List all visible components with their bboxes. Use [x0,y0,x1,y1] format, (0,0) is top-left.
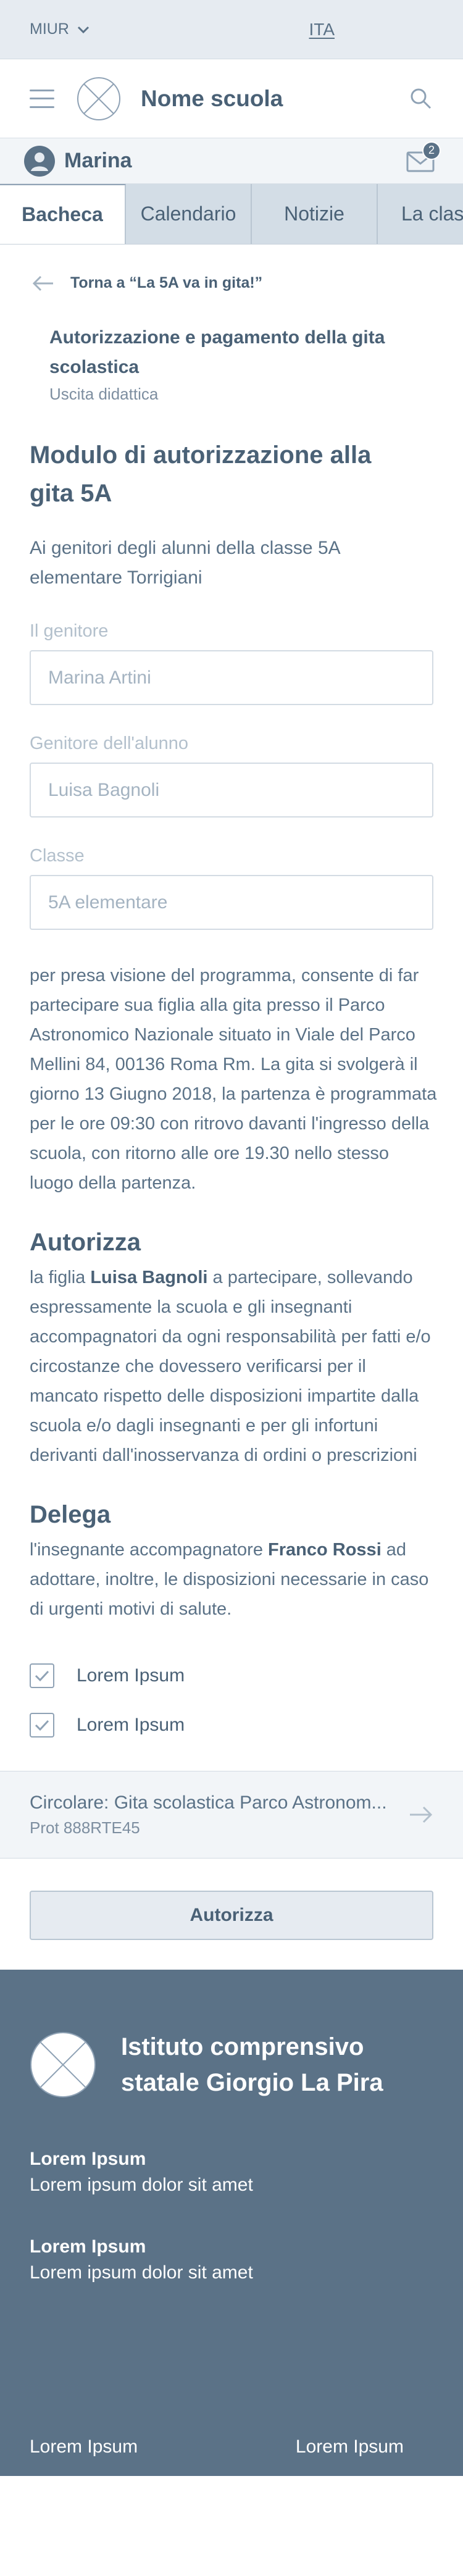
class-field[interactable]: 5A elementare [30,875,433,930]
class-label: Classe [30,846,85,866]
tab-bacheca[interactable]: Bacheca [0,184,126,244]
back-link-label: Torna a “La 5A va in gita!” [70,274,263,291]
tab-bar: Bacheca Calendario Notizie La classe [0,184,463,245]
document-subtitle: Uscita didattica [49,385,159,403]
site-header: Nome scuola [0,59,463,138]
autorizza-body: la figlia Luisa Bagnoli a partecipare, s… [30,1268,431,1465]
footer-block: Lorem Ipsum Lorem ipsum dolor sit amet [30,2236,433,2283]
search-icon[interactable] [409,86,433,111]
delega-title: Delega [30,1501,111,1528]
trip-description: per presa visione del programma, consent… [30,966,437,1193]
parent-field[interactable]: Marina Artini [30,650,433,705]
footer-block-title: Lorem Ipsum [30,2236,146,2257]
checkbox-label: Lorem Ipsum [77,1665,185,1686]
footer-block-text: Lorem ipsum dolor sit amet [30,2175,253,2195]
student-label: Genitore dell'alunno [30,734,189,753]
school-name: Nome scuola [141,85,283,111]
authorize-button[interactable]: Autorizza [30,1891,433,1940]
chevron-down-icon [75,22,91,38]
back-link[interactable]: Torna a “La 5A va in gita!” [30,274,433,292]
footer-logo [30,2031,96,2098]
checkbox[interactable] [30,1713,54,1738]
notification-badge: 2 [422,141,441,160]
footer-link[interactable]: Lorem Ipsum [296,2436,404,2457]
org-selector[interactable]: MIUR [30,20,91,38]
form-title: Modulo di autorizzazione alla gita 5A [30,441,372,507]
checkbox-label: Lorem Ipsum [77,1715,185,1735]
delega-body: l'insegnante accompagnatore Franco Rossi… [30,1540,429,1619]
user-bar: Marina 2 [0,138,463,184]
document-title: Autorizzazione e pagamento della gita sc… [49,327,385,377]
attachment-title: Circolare: Gita scolastica Parco Astrono… [30,1792,387,1813]
footer-block-text: Lorem ipsum dolor sit amet [30,2262,253,2283]
footer-school-name: Istituto comprensivo statale Giorgio La … [121,2033,383,2096]
teacher-name: Franco Rossi [268,1540,382,1560]
checkbox-group: Lorem Ipsum Lorem Ipsum [30,1663,433,1738]
avatar[interactable] [23,145,56,177]
form-intro: Ai genitori degli alunni della classe 5A… [30,538,340,588]
site-footer: Istituto comprensivo statale Giorgio La … [0,1970,463,2476]
checkbox-row[interactable]: Lorem Ipsum [30,1663,433,1688]
attachment-link[interactable]: Circolare: Gita scolastica Parco Astrono… [0,1771,463,1859]
school-logo [77,77,121,121]
checkbox-row[interactable]: Lorem Ipsum [30,1713,433,1738]
language-link[interactable]: ITA [309,20,335,40]
autorizza-title: Autorizza [30,1229,141,1256]
menu-icon[interactable] [30,89,54,108]
student-field[interactable]: Luisa Bagnoli [30,763,433,818]
main-content: Torna a “La 5A va in gita!” Autorizzazio… [0,274,463,1738]
messages-button[interactable]: 2 [406,141,441,172]
top-utility-bar: MIUR ITA [0,0,463,59]
student-name: Luisa Bagnoli [90,1268,208,1287]
parent-label: Il genitore [30,621,109,641]
user-name[interactable]: Marina [64,149,406,173]
checkbox[interactable] [30,1663,54,1688]
arrow-right-icon [409,1805,433,1824]
footer-block: Lorem Ipsum Lorem ipsum dolor sit amet [30,2149,433,2196]
footer-block-title: Lorem Ipsum [30,2149,146,2169]
tab-notizie[interactable]: Notizie [252,184,378,244]
footer-link[interactable]: Lorem Ipsum [30,2436,138,2457]
tab-la-classe[interactable]: La classe [378,184,463,244]
arrow-left-icon [32,275,54,292]
footer-links: Lorem Ipsum Lorem Ipsum [30,2436,404,2457]
tab-calendario[interactable]: Calendario [126,184,252,244]
attachment-protocol: Prot 888RTE45 [30,1818,140,1837]
org-label: MIUR [30,20,69,38]
